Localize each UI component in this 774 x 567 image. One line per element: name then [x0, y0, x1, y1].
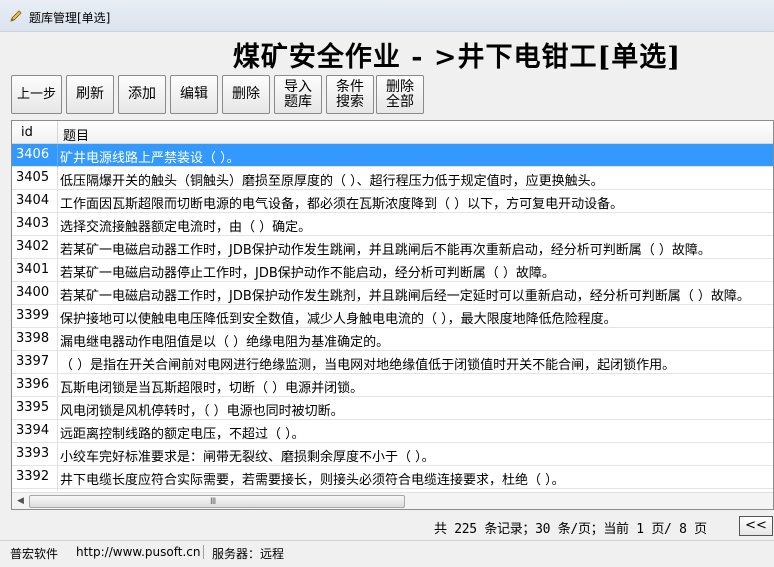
table-row[interactable]: 3406 矿井电源线路上严禁装设（ ）。 — [12, 144, 773, 167]
row-id: 3405 — [16, 170, 50, 185]
cell-divider — [57, 259, 58, 282]
row-question: 若某矿一电磁启动器工作时，JDB保护动作发生跳闸，并且跳闸后不能再次重新启动，经… — [60, 243, 711, 258]
window-title: 题库管理[单选] — [29, 11, 111, 25]
row-id: 3400 — [16, 285, 50, 300]
statusbar: 普宏软件 http://www.pusoft.cn 服务器：远程 — [0, 540, 774, 567]
row-question: 低压隔爆开关的触头（铜触头）磨损至原厚度的（ ）、超行程压力低于规定值时，应更换… — [60, 174, 604, 189]
row-id: 3401 — [16, 262, 50, 277]
row-question: 远距离控制线路的额定电压，不超过（ ）。 — [60, 427, 305, 442]
horizontal-scrollbar[interactable]: ◀ Ⅲ — [12, 492, 773, 509]
table-row[interactable]: 3393 小绞车完好标准要求是：闸带无裂纹、磨损剩余厚度不小于（ ）。 — [12, 443, 773, 466]
row-id: 3393 — [16, 446, 50, 461]
delete-button[interactable]: 删除 — [222, 75, 270, 114]
table-row[interactable]: 3402 若某矿一电磁启动器工作时，JDB保护动作发生跳闸，并且跳闸后不能再次重新… — [12, 236, 773, 259]
cell-divider — [57, 328, 58, 351]
delete-all-button[interactable]: 删除全部 — [376, 75, 424, 114]
page-title: 煤矿安全作业 - >井下电钳工[单选] — [232, 42, 682, 73]
search-button[interactable]: 条件搜索 — [326, 75, 374, 114]
company-name: 普宏软件 — [10, 547, 59, 561]
row-question: 选择交流接触器额定电流时，由（ ）确定。 — [60, 220, 312, 235]
cell-divider — [57, 374, 58, 397]
row-question: 若某矿一电磁启动器工作时，JDB保护动作发生跳剂，并且跳闸后经一定延时可以重新启… — [60, 289, 750, 304]
cell-divider — [57, 397, 58, 420]
edit-button[interactable]: 编辑 — [170, 75, 218, 114]
cell-divider — [57, 282, 58, 305]
table-row[interactable]: 3398 漏电继电器动作电阻值是以（ ）绝缘电阻为基准确定的。 — [12, 328, 773, 351]
row-question: 风电闭锁是风机停转时，（ ）电源也同时被切断。 — [60, 404, 344, 419]
column-header-question[interactable]: 题目 — [63, 125, 89, 144]
cell-divider — [57, 144, 58, 167]
cell-divider — [57, 466, 58, 489]
grid-rows: 3406 矿井电源线路上严禁装设（ ）。 3405 低压隔爆开关的触头（铜触头）磨损至… — [12, 144, 773, 491]
cell-divider — [57, 236, 58, 259]
record-summary: 共 225 条记录；30 条/页；当前 1 页/ 8 页 — [434, 522, 707, 537]
add-button[interactable]: 添加 — [118, 75, 166, 114]
cell-divider — [57, 351, 58, 374]
table-row[interactable]: 3399 保护接地可以使触电电压降低到安全数值，减少人身触电电流的（ ），最大限度… — [12, 305, 773, 328]
row-question: 漏电继电器动作电阻值是以（ ）绝缘电阻为基准确定的。 — [60, 335, 390, 350]
row-id: 3398 — [16, 331, 50, 346]
table-row[interactable]: 3396 瓦斯电闭锁是当瓦斯超限时，切断（ ）电源并闭锁。 — [12, 374, 773, 397]
company-url[interactable]: http://www.pusoft.cn — [76, 545, 200, 559]
cell-divider — [57, 167, 58, 190]
server-status: 服务器：远程 — [212, 547, 285, 561]
back-button[interactable]: 上一步 — [11, 75, 62, 114]
pager: 共 225 条记录；30 条/页；当前 1 页/ 8 页 << — [0, 514, 774, 538]
cell-divider — [57, 213, 58, 236]
table-row[interactable]: 3394 远距离控制线路的额定电压，不超过（ ）。 — [12, 420, 773, 443]
question-grid[interactable]: id 题目 3406 矿井电源线路上严禁装设（ ）。 3405 低压隔爆开关的触头（铜… — [11, 120, 774, 510]
scroll-left-icon[interactable]: ◀ — [14, 495, 27, 508]
cell-divider — [57, 305, 58, 328]
row-question: 小绞车完好标准要求是：闸带无裂纹、磨损剩余厚度不小于（ ）。 — [60, 450, 435, 465]
previous-page-button[interactable]: << — [739, 516, 773, 536]
table-row[interactable] — [12, 489, 773, 491]
cell-divider — [57, 190, 58, 213]
row-question: 井下电缆长度应符合实际需要，若需要接长，则接头必须符合电缆连接要求，杜绝（ ）。 — [60, 473, 565, 488]
cell-divider — [57, 420, 58, 443]
status-divider — [203, 545, 204, 559]
row-id: 3404 — [16, 193, 50, 208]
row-id: 3406 — [16, 147, 50, 162]
row-question: 保护接地可以使触电电压降低到安全数值，减少人身触电电流的（ ），最大限度地降低危… — [60, 312, 617, 327]
row-question: 瓦斯电闭锁是当瓦斯超限时，切断（ ）电源并闭锁。 — [60, 381, 364, 396]
row-question: 工作面因瓦斯超限而切断电源的电气设备，都必须在瓦斯浓度降到（ ）以下，方可复电开… — [60, 197, 624, 212]
import-button[interactable]: 导入题库 — [274, 75, 322, 114]
pencil-icon — [10, 10, 22, 22]
row-id: 3403 — [16, 216, 50, 231]
row-id: 3394 — [16, 423, 50, 438]
cell-divider — [57, 489, 58, 491]
table-row[interactable]: 3392 井下电缆长度应符合实际需要，若需要接长，则接头必须符合电缆连接要求，杜绝… — [12, 466, 773, 489]
row-question: 矿井电源线路上严禁装设（ ）。 — [60, 151, 240, 166]
table-row[interactable]: 3395 风电闭锁是风机停转时，（ ）电源也同时被切断。 — [12, 397, 773, 420]
table-row[interactable]: 3401 若某矿一电磁启动器停止工作时，JDB保护动作不能启动，经分析可判断属（ … — [12, 259, 773, 282]
row-id: 3399 — [16, 308, 50, 323]
grip-icon: Ⅲ — [210, 497, 217, 507]
refresh-button[interactable]: 刷新 — [66, 75, 114, 114]
row-question: （ ）是指在开关合闸前对电网进行绝缘监测，当电网对地绝缘值低于闭锁值时开关不能合… — [60, 358, 676, 373]
column-header-id[interactable]: id — [21, 125, 33, 140]
table-row[interactable]: 3403 选择交流接触器额定电流时，由（ ）确定。 — [12, 213, 773, 236]
row-id: 3395 — [16, 400, 50, 415]
table-row[interactable]: 3397 （ ）是指在开关合闸前对电网进行绝缘监测，当电网对地绝缘值低于闭锁值时开… — [12, 351, 773, 374]
table-row[interactable]: 3405 低压隔爆开关的触头（铜触头）磨损至原厚度的（ ）、超行程压力低于规定值时… — [12, 167, 773, 190]
cell-divider — [57, 443, 58, 466]
row-id: 3392 — [16, 469, 50, 484]
row-id: 3397 — [16, 354, 50, 369]
scrollbar-thumb[interactable]: Ⅲ — [29, 495, 405, 508]
grid-header: id 题目 — [12, 121, 773, 144]
column-divider — [57, 121, 58, 144]
row-question: 若某矿一电磁启动器停止工作时，JDB保护动作不能启动，经分析可判断属（ ）故障。 — [60, 266, 555, 281]
window-titlebar: 题库管理[单选] — [0, 0, 774, 32]
row-id: 3402 — [16, 239, 50, 254]
table-row[interactable]: 3400 若某矿一电磁启动器工作时，JDB保护动作发生跳剂，并且跳闸后经一定延时可… — [12, 282, 773, 305]
table-row[interactable]: 3404 工作面因瓦斯超限而切断电源的电气设备，都必须在瓦斯浓度降到（ ）以下，方… — [12, 190, 773, 213]
row-id: 3396 — [16, 377, 50, 392]
